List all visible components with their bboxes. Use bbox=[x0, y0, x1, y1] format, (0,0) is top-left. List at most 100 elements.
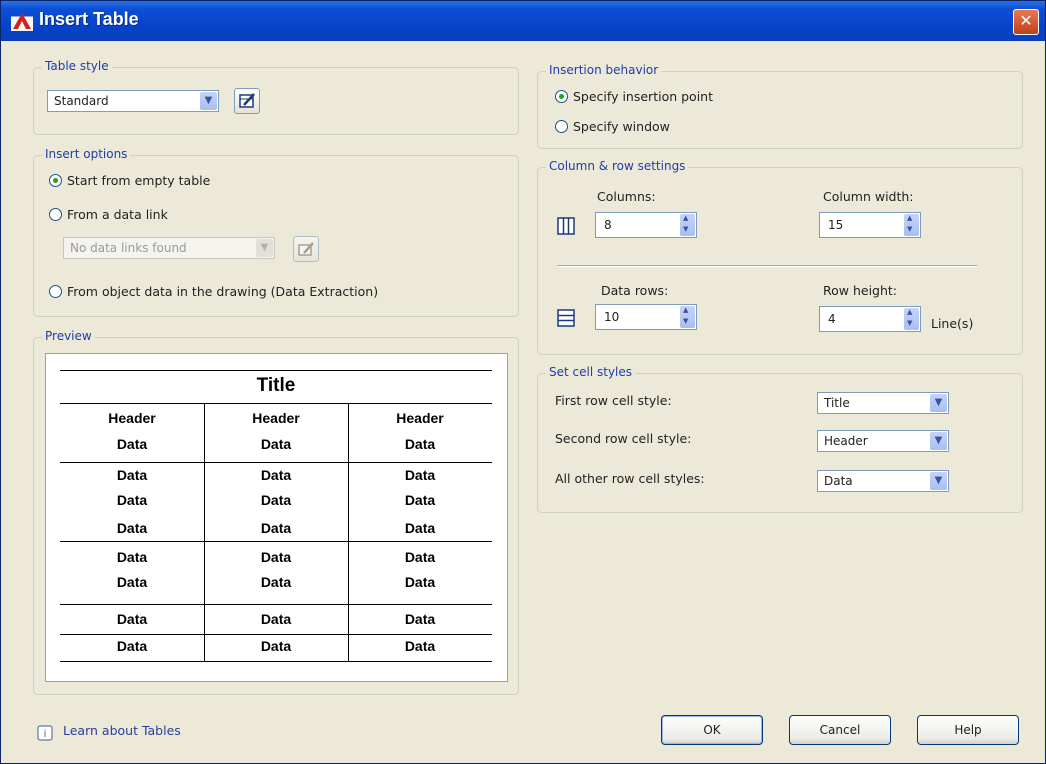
column-width-value: 15 bbox=[828, 218, 844, 232]
chevron-down-icon[interactable]: ▼ bbox=[930, 394, 947, 412]
first-row-style-label: First row cell style: bbox=[555, 393, 672, 408]
first-row-style-select[interactable]: Title ▼ bbox=[817, 392, 949, 414]
insertion-behavior-legend: Insertion behavior bbox=[546, 63, 662, 77]
preview-data-cell: Data bbox=[404, 436, 436, 452]
column-row-divider bbox=[557, 265, 977, 267]
preview-data-cell: Data bbox=[404, 611, 436, 627]
preview-grid-line bbox=[60, 403, 492, 404]
preview-data-cell: Data bbox=[404, 638, 436, 654]
preview-data-cell: Data bbox=[404, 574, 436, 590]
preview-data-cell: Data bbox=[404, 520, 436, 536]
data-rows-value: 10 bbox=[604, 310, 620, 324]
preview-data-cell: Data bbox=[404, 467, 436, 483]
chevron-down-icon[interactable]: ▼ bbox=[930, 472, 947, 490]
preview-grid-line bbox=[60, 661, 492, 662]
window-title: Insert Table bbox=[39, 9, 139, 29]
help-button[interactable]: Help bbox=[917, 715, 1019, 745]
svg-text:i: i bbox=[44, 729, 47, 740]
title-bar[interactable]: Insert Table ✕ bbox=[1, 1, 1045, 41]
table-preview: Title Header Header Header Data Data Data Data D… bbox=[45, 353, 508, 682]
autocad-app-icon bbox=[11, 13, 33, 31]
other-row-style-label: All other row cell styles: bbox=[555, 471, 705, 486]
chevron-down-icon[interactable]: ▼ bbox=[200, 92, 217, 110]
other-row-style-value: Data bbox=[824, 474, 853, 488]
learn-about-tables-link[interactable]: Learn about Tables bbox=[63, 723, 181, 738]
data-rows-spinner[interactable]: 10 bbox=[595, 304, 697, 330]
preview-data-cell: Data bbox=[260, 492, 292, 508]
preview-header-cell: Header bbox=[252, 410, 300, 426]
chevron-down-icon: ▼ bbox=[256, 239, 273, 257]
data-link-select[interactable]: No data links found ▼ bbox=[63, 237, 275, 259]
insertion-behavior-group: Insertion behavior bbox=[537, 63, 1023, 149]
second-row-style-label: Second row cell style: bbox=[555, 431, 692, 446]
preview-grid-line bbox=[60, 541, 492, 542]
table-edit-icon bbox=[239, 93, 255, 108]
preview-grid-line bbox=[60, 370, 492, 371]
radio-unselected-icon bbox=[555, 120, 568, 133]
second-row-style-value: Header bbox=[824, 434, 868, 448]
preview-data-cell: Data bbox=[260, 638, 292, 654]
data-link-icon bbox=[298, 242, 314, 256]
column-width-label: Column width: bbox=[823, 189, 914, 204]
preview-grid-line bbox=[60, 462, 492, 463]
row-height-label: Row height: bbox=[823, 283, 898, 298]
preview-data-cell: Data bbox=[260, 520, 292, 536]
columns-spinner[interactable]: 8 bbox=[595, 212, 697, 238]
radio-selected-icon bbox=[555, 90, 568, 103]
rows-icon bbox=[557, 309, 575, 327]
row-height-value: 4 bbox=[828, 312, 836, 326]
preview-data-cell: Data bbox=[116, 436, 148, 452]
radio-unselected-icon bbox=[49, 285, 62, 298]
columns-label: Columns: bbox=[597, 189, 656, 204]
row-height-spinner[interactable]: 4 bbox=[819, 306, 921, 332]
preview-data-cell: Data bbox=[116, 638, 148, 654]
spinner-arrows-icon[interactable] bbox=[680, 306, 695, 328]
table-style-value: Standard bbox=[54, 94, 109, 108]
column-width-spinner[interactable]: 15 bbox=[819, 212, 921, 238]
spinner-arrows-icon[interactable] bbox=[904, 308, 919, 330]
preview-data-cell: Data bbox=[260, 611, 292, 627]
spinner-arrows-icon[interactable] bbox=[904, 214, 919, 236]
preview-data-cell: Data bbox=[260, 436, 292, 452]
preview-data-cell: Data bbox=[260, 574, 292, 590]
cancel-button[interactable]: Cancel bbox=[789, 715, 891, 745]
preview-data-cell: Data bbox=[116, 492, 148, 508]
data-rows-label: Data rows: bbox=[601, 283, 669, 298]
chevron-down-icon[interactable]: ▼ bbox=[930, 432, 947, 450]
preview-data-cell: Data bbox=[260, 467, 292, 483]
table-style-legend: Table style bbox=[42, 59, 112, 73]
preview-data-cell: Data bbox=[116, 574, 148, 590]
column-row-legend: Column & row settings bbox=[546, 159, 689, 173]
preview-legend: Preview bbox=[42, 329, 95, 343]
radio-start-empty-label: Start from empty table bbox=[67, 173, 211, 188]
ok-button[interactable]: OK bbox=[661, 715, 763, 745]
table-style-select[interactable]: Standard ▼ bbox=[47, 90, 219, 112]
radio-selected-icon bbox=[49, 174, 62, 187]
table-style-dialog-button[interactable] bbox=[234, 88, 260, 114]
columns-value: 8 bbox=[604, 218, 612, 232]
preview-data-cell: Data bbox=[116, 467, 148, 483]
data-link-value: No data links found bbox=[70, 241, 187, 255]
radio-unselected-icon bbox=[49, 208, 62, 221]
other-row-style-select[interactable]: Data ▼ bbox=[817, 470, 949, 492]
help-info-icon: i bbox=[37, 725, 53, 741]
preview-data-cell: Data bbox=[404, 492, 436, 508]
preview-title: Title bbox=[256, 375, 296, 396]
close-icon: ✕ bbox=[1019, 11, 1033, 30]
close-button[interactable]: ✕ bbox=[1013, 9, 1039, 35]
preview-data-cell: Data bbox=[260, 549, 292, 565]
cell-styles-legend: Set cell styles bbox=[546, 365, 636, 379]
preview-grid-line bbox=[60, 634, 492, 635]
preview-grid-line bbox=[60, 604, 492, 605]
second-row-style-select[interactable]: Header ▼ bbox=[817, 430, 949, 452]
insert-options-legend: Insert options bbox=[42, 147, 131, 161]
preview-data-cell: Data bbox=[116, 549, 148, 565]
preview-header-cell: Header bbox=[396, 410, 444, 426]
data-link-manager-button[interactable] bbox=[293, 236, 319, 262]
spinner-arrows-icon[interactable] bbox=[680, 214, 695, 236]
preview-data-cell: Data bbox=[116, 611, 148, 627]
preview-data-cell: Data bbox=[116, 520, 148, 536]
preview-data-cell: Data bbox=[404, 549, 436, 565]
columns-icon bbox=[557, 217, 575, 235]
first-row-style-value: Title bbox=[824, 396, 850, 410]
